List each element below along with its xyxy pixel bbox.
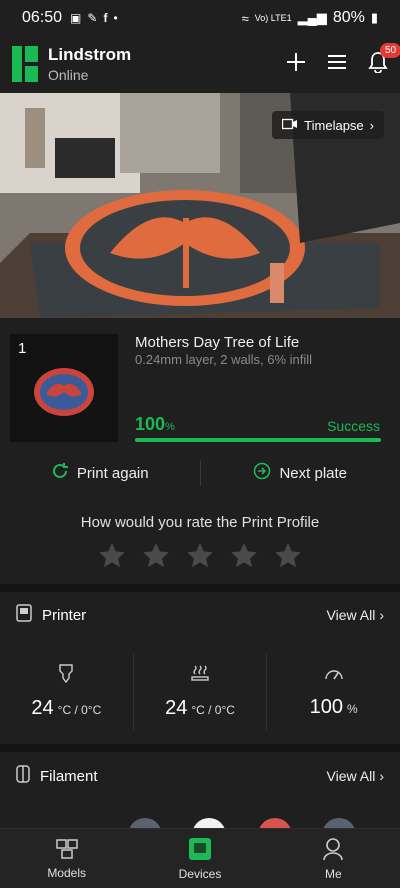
printer-section-header: Printer View All ›	[0, 600, 400, 630]
nozzle-temperature[interactable]: 24 °C / 0°C	[0, 654, 133, 730]
filament-section-title: Filament	[40, 767, 98, 785]
filament-view-all-button[interactable]: View All ›	[327, 768, 384, 784]
print-again-button[interactable]: Print again	[0, 462, 200, 484]
printer-selector[interactable]: Lindstrom Online	[48, 45, 131, 83]
nav-devices-label: Devices	[178, 866, 222, 881]
chevron-right-icon: ›	[379, 607, 384, 623]
next-plate-label: Next plate	[279, 464, 348, 482]
job-status: Success	[327, 418, 380, 434]
signal-icon: ▂▄▆	[297, 10, 327, 25]
progress-percent: 100%	[135, 414, 175, 434]
nav-devices[interactable]: Devices	[133, 829, 266, 888]
bed-temperature[interactable]: 24 °C / 0°C	[132, 654, 267, 730]
status-bar: 06:50 ▣ ✎ f • ≈ Vo) LTE1 ▂▄▆ 80% ▮	[0, 0, 400, 36]
image-icon: ▣	[70, 11, 82, 25]
printer-view-all-button[interactable]: View All ›	[327, 607, 384, 623]
nozzle-temp-unit: °C / 0°C	[57, 703, 102, 717]
nav-me-label: Me	[324, 866, 342, 881]
nav-models-label: Models	[47, 865, 86, 880]
view-all-label: View All	[326, 607, 376, 623]
nozzle-temp-value: 24	[31, 697, 54, 719]
star-icon[interactable]	[185, 541, 215, 571]
pen-icon: ✎	[87, 11, 98, 25]
battery-icon: ▮	[370, 10, 378, 25]
fan-speed[interactable]: 100%	[266, 654, 400, 730]
wifi-icon: ≈	[241, 10, 249, 26]
timelapse-button[interactable]: Timelapse ›	[272, 111, 384, 139]
next-plate-button[interactable]: Next plate	[201, 462, 400, 484]
nozzle-icon	[57, 664, 75, 689]
chevron-right-icon: ›	[379, 768, 384, 784]
star-icon[interactable]	[273, 541, 303, 571]
star-rating	[0, 541, 400, 571]
fan-speed-unit: %	[347, 702, 358, 716]
bed-temp-value: 24	[165, 697, 188, 719]
chevron-right-icon: ›	[369, 117, 374, 133]
arrow-right-circle-icon	[253, 462, 271, 484]
section-divider	[0, 744, 400, 752]
battery-level: 80%	[332, 9, 365, 26]
progress-bar	[135, 438, 381, 442]
star-icon[interactable]	[229, 541, 259, 571]
printer-icon	[16, 603, 32, 627]
rating-title: How would you rate the Print Profile	[80, 514, 320, 531]
menu-icon[interactable]	[328, 54, 346, 75]
refresh-icon	[51, 462, 69, 484]
cubes-icon	[55, 838, 79, 863]
star-icon[interactable]	[141, 541, 171, 571]
view-all-label: View All	[326, 768, 376, 784]
camera-feed[interactable]: Timelapse ›	[0, 93, 400, 318]
notification-badge: 50	[380, 42, 400, 58]
printer-name: Lindstrom	[48, 45, 132, 64]
network-label: Vo) LTE1	[254, 13, 292, 23]
section-divider	[0, 584, 400, 592]
print-again-label: Print again	[76, 464, 149, 482]
job-title: Mothers Day Tree of Life	[135, 334, 300, 351]
filament-spool-icon	[16, 764, 30, 788]
printer-status: Online	[48, 67, 89, 83]
bed-temp-unit: °C / 0°C	[191, 703, 235, 717]
plate-number: 1	[18, 340, 27, 357]
speed-gauge-icon	[324, 665, 344, 688]
status-icons: ▣ ✎ f •	[70, 11, 118, 25]
video-camera-icon	[282, 118, 298, 133]
job-settings: 0.24mm layer, 2 walls, 6% infill	[135, 352, 313, 367]
heatbed-icon	[190, 664, 210, 689]
printer-stats: 24 °C / 0°C 24 °C / 0°C 100%	[0, 654, 400, 730]
add-icon[interactable]	[286, 52, 306, 77]
notification-bell-icon[interactable]: 50	[368, 42, 400, 78]
app-header: Lindstrom Online 50	[0, 38, 400, 90]
brand-logo	[12, 46, 38, 82]
star-icon[interactable]	[97, 541, 127, 571]
timelapse-label: Timelapse	[304, 117, 364, 133]
clock: 06:50	[22, 9, 63, 26]
printer-device-icon	[188, 837, 212, 864]
nav-models[interactable]: Models	[0, 829, 133, 888]
bottom-navigation: Models Devices Me	[0, 828, 400, 888]
print-job-card: 1 Mothers Day Tree of Life 0.24mm layer,…	[0, 334, 400, 449]
plate-thumbnail[interactable]: 1	[10, 334, 118, 442]
printer-section-title: Printer	[42, 606, 87, 624]
profile-rating: How would you rate the Print Profile	[0, 514, 400, 571]
nav-me[interactable]: Me	[267, 829, 400, 888]
facebook-icon: f	[103, 11, 108, 25]
job-actions: Print again Next plate	[0, 455, 400, 491]
fan-speed-value: 100	[309, 696, 344, 718]
dot-icon: •	[113, 11, 118, 25]
filament-section-header: Filament View All ›	[0, 761, 400, 791]
user-icon	[322, 837, 344, 864]
